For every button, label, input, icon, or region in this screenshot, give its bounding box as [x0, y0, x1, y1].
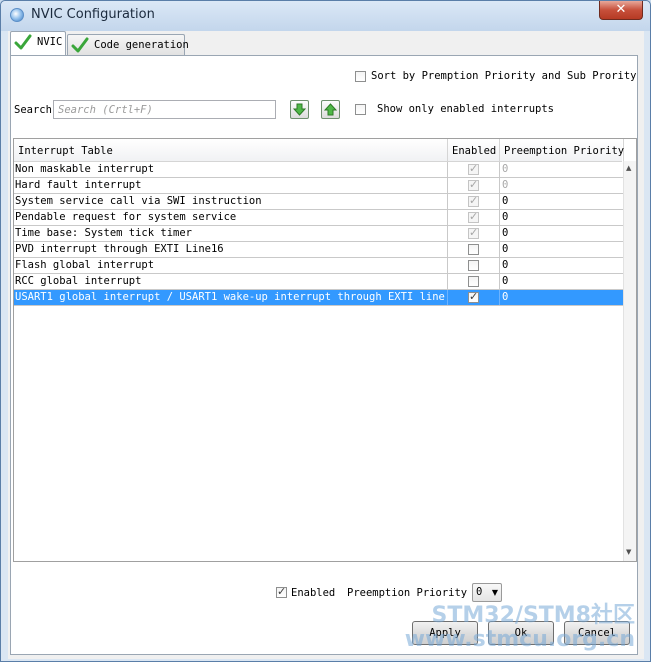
- priority-cell[interactable]: 0: [500, 258, 624, 273]
- interrupt-name-cell: Hard fault interrupt: [14, 178, 448, 193]
- interrupt-name-cell: System service call via SWI instruction: [14, 194, 448, 209]
- priority-select[interactable]: 0 ▼: [472, 583, 502, 602]
- scroll-down-arrow-icon[interactable]: ▼: [626, 548, 631, 556]
- arrow-down-icon: [293, 103, 306, 116]
- enabled-checkbox[interactable]: [468, 276, 479, 287]
- tab-code-generation-label: Code generation: [94, 39, 189, 51]
- sort-by-priority-label: Sort by Premption Priority and Sub Prori…: [371, 70, 637, 82]
- search-label: Search: [14, 104, 52, 116]
- enabled-cell: [448, 290, 500, 305]
- green-check-icon: [71, 37, 89, 53]
- priority-cell[interactable]: 0: [500, 290, 624, 305]
- table-row[interactable]: RCC global interrupt 0: [14, 274, 624, 290]
- priority-cell: 0: [502, 163, 509, 175]
- sort-by-priority-checkbox[interactable]: [355, 71, 366, 82]
- bottom-priority-label: Preemption Priority: [347, 587, 468, 599]
- interrupt-name-cell: Non maskable interrupt: [14, 162, 448, 177]
- nvic-configuration-window: NVIC Configuration ✕ NVIC Code generatio…: [0, 0, 651, 662]
- tab-nvic-label: NVIC: [37, 36, 63, 48]
- close-button[interactable]: ✕: [599, 1, 643, 20]
- search-previous-button[interactable]: [321, 100, 340, 119]
- table-vertical-scrollbar[interactable]: ▲ ▼: [623, 161, 636, 561]
- table-header: Interrupt Table Enabled Preemption Prior…: [14, 139, 624, 162]
- enabled-cell: [448, 178, 500, 193]
- nvic-tab-panel: Sort by Premption Priority and Sub Prori…: [10, 55, 638, 655]
- interrupt-name-cell: Flash global interrupt: [14, 258, 448, 273]
- enabled-cell: [448, 210, 500, 225]
- enabled-checkbox: [468, 210, 479, 223]
- table-row[interactable]: Hard fault interrupt 0: [14, 178, 624, 194]
- search-input[interactable]: [53, 100, 276, 119]
- column-header-enabled[interactable]: Enabled: [448, 139, 500, 161]
- priority-cell[interactable]: 0: [500, 194, 624, 209]
- enabled-cell: [448, 242, 500, 257]
- interrupt-name-cell: Pendable request for system service: [14, 210, 448, 225]
- dialog-client-area: NVIC Code generation Sort by Premption P…: [8, 31, 644, 659]
- enabled-checkbox: [468, 194, 479, 207]
- chevron-down-icon: ▼: [491, 588, 498, 597]
- priority-cell[interactable]: 0: [500, 226, 624, 241]
- priority-cell[interactable]: 0: [500, 210, 624, 225]
- enabled-cell: [448, 274, 500, 289]
- arrow-up-icon: [324, 103, 337, 116]
- enabled-checkbox: [468, 178, 479, 191]
- enabled-checkbox[interactable]: [468, 290, 479, 303]
- enabled-cell: [448, 162, 500, 177]
- window-title: NVIC Configuration: [31, 7, 155, 22]
- enabled-cell: [448, 194, 500, 209]
- bottom-enabled-checkbox[interactable]: [276, 585, 287, 598]
- tab-code-generation[interactable]: Code generation: [67, 34, 189, 55]
- app-gear-icon: [10, 8, 24, 22]
- table-row[interactable]: System service call via SWI instruction 0: [14, 194, 624, 210]
- ok-button[interactable]: Ok: [488, 621, 554, 645]
- interrupt-table: Interrupt Table Enabled Preemption Prior…: [13, 138, 637, 562]
- priority-select-value: 0: [476, 586, 483, 598]
- interrupt-name-cell: PVD interrupt through EXTI Line16: [14, 242, 448, 257]
- enabled-checkbox[interactable]: [468, 260, 479, 271]
- table-row[interactable]: Time base: System tick timer 0: [14, 226, 624, 242]
- interrupt-name-cell: RCC global interrupt: [14, 274, 448, 289]
- search-next-button[interactable]: [290, 100, 309, 119]
- priority-cell: 0: [502, 179, 509, 191]
- enabled-checkbox: [468, 226, 479, 239]
- table-row[interactable]: Non maskable interrupt 0: [14, 162, 624, 178]
- column-header-interrupt[interactable]: Interrupt Table: [14, 139, 448, 161]
- interrupt-name-cell: Time base: System tick timer: [14, 226, 448, 241]
- green-check-icon: [14, 34, 32, 50]
- tab-nvic[interactable]: NVIC: [10, 31, 66, 55]
- priority-cell[interactable]: 0: [500, 274, 624, 289]
- table-row[interactable]: USART1 global interrupt / USART1 wake-up…: [14, 290, 624, 306]
- title-bar[interactable]: NVIC Configuration ✕: [1, 1, 650, 31]
- enabled-checkbox[interactable]: [468, 244, 479, 255]
- show-only-enabled-label: Show only enabled interrupts: [377, 103, 555, 115]
- interrupt-name-cell: USART1 global interrupt / USART1 wake-up…: [15, 290, 448, 305]
- enabled-checkbox: [468, 162, 479, 175]
- table-row[interactable]: PVD interrupt through EXTI Line16 0: [14, 242, 624, 258]
- scroll-up-arrow-icon[interactable]: ▲: [626, 164, 631, 172]
- enabled-cell: [448, 258, 500, 273]
- cancel-button[interactable]: Cancel: [564, 621, 630, 645]
- column-header-priority[interactable]: Preemption Priority: [500, 139, 624, 161]
- apply-button[interactable]: Apply: [412, 621, 478, 645]
- enabled-cell: [448, 226, 500, 241]
- table-row[interactable]: Flash global interrupt 0: [14, 258, 624, 274]
- priority-cell[interactable]: 0: [500, 242, 624, 257]
- table-row[interactable]: Pendable request for system service 0: [14, 210, 624, 226]
- bottom-enabled-label: Enabled: [291, 587, 336, 599]
- show-only-enabled-checkbox[interactable]: [355, 104, 366, 115]
